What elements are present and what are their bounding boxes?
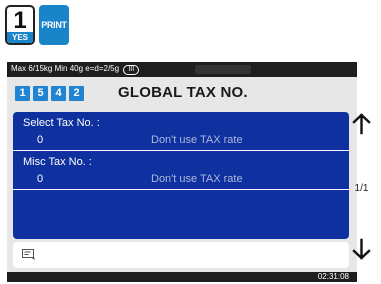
down-arrow-icon[interactable] [349, 237, 374, 261]
clock-time: 02:31:08 [317, 272, 349, 281]
yes-key-caption: YES [7, 32, 33, 43]
print-key-button[interactable]: PRINT [39, 5, 69, 45]
input-edit-icon [22, 249, 35, 260]
select-tax-description: Don't use TAX rate [151, 134, 243, 146]
range-badge: III [123, 65, 140, 75]
up-arrow-icon[interactable] [349, 112, 374, 136]
device-screen: Max 6/15kg Min 40g e=d=2/5g III 1 5 4 2 … [7, 62, 357, 282]
scale-info: Max 6/15kg Min 40g e=d=2/5g III [11, 64, 140, 75]
yes-key-button[interactable]: 1 YES [5, 5, 35, 45]
misc-tax-row[interactable]: Misc Tax No. : 0 Don't use TAX rate [13, 151, 349, 190]
page-indicator: 1/1 [354, 183, 369, 194]
misc-tax-description: Don't use TAX rate [151, 173, 243, 185]
status-indicator [195, 65, 251, 74]
settings-panel: Select Tax No. : 0 Don't use TAX rate Mi… [13, 112, 349, 239]
menu-step: 4 [51, 86, 66, 101]
menu-step: 1 [15, 86, 30, 101]
select-tax-label: Select Tax No. : [23, 117, 100, 129]
misc-tax-value[interactable]: 0 [37, 173, 43, 185]
yes-key-number: 1 [13, 7, 27, 34]
page-title: GLOBAL TAX NO. [118, 84, 248, 101]
menu-step: 2 [69, 86, 84, 101]
menu-step: 5 [33, 86, 48, 101]
menu-path: 1 5 4 2 [15, 86, 84, 101]
misc-tax-label: Misc Tax No. : [23, 156, 92, 168]
bottom-bar: 02:31:08 [7, 272, 357, 282]
select-tax-value[interactable]: 0 [37, 134, 43, 146]
status-bar: Max 6/15kg Min 40g e=d=2/5g III [7, 62, 357, 77]
select-tax-row[interactable]: Select Tax No. : 0 Don't use TAX rate [13, 112, 349, 151]
scale-info-text: Max 6/15kg Min 40g e=d=2/5g [11, 64, 120, 73]
input-field[interactable] [13, 242, 349, 268]
